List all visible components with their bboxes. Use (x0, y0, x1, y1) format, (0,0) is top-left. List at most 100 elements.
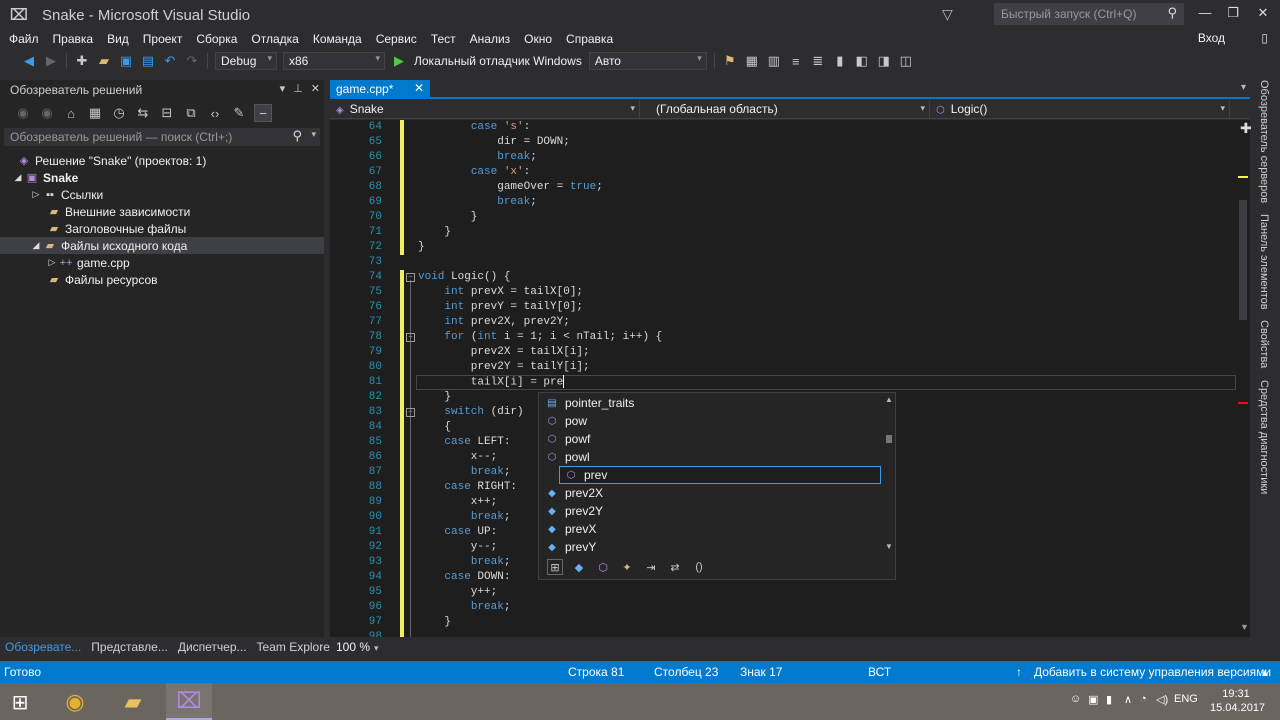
code-line[interactable]: 75 int prevX = tailX[0]; (330, 285, 1236, 300)
filter-variables-icon[interactable]: ◆ (571, 559, 587, 575)
collapsed-arrow-icon[interactable]: ▷ (46, 257, 58, 268)
completion-list-scrollbar[interactable]: ▲ ▼ (883, 395, 895, 551)
code-line[interactable]: 74 − void Logic() { (330, 270, 1236, 285)
menu-build[interactable]: Сборка (189, 32, 244, 46)
forward-icon[interactable]: ◉ (38, 104, 56, 122)
completion-item[interactable]: ⬡ powf (539, 430, 879, 448)
navigate-back-icon[interactable]: ◀ (20, 52, 38, 70)
filter-namespaces-icon[interactable]: () (691, 559, 707, 575)
save-all-icon[interactable]: ▤ (139, 52, 157, 70)
configuration-select[interactable]: Debug ▾ (215, 52, 277, 70)
redo-icon[interactable]: ↷ (183, 52, 201, 70)
project-select[interactable]: ◈ Snake ▾ (330, 99, 640, 119)
code-line[interactable]: 78 − for (int i = 1; i < nTail; i++) { (330, 330, 1236, 345)
next-bookmark-icon[interactable]: ◨ (875, 52, 893, 70)
tab-diagnostic-tools[interactable]: Средства диагностики (1258, 380, 1270, 494)
sync-icon[interactable]: ⇆ (134, 104, 152, 122)
menu-edit[interactable]: Правка (46, 32, 101, 46)
completion-item[interactable]: ◆ prevX (539, 520, 879, 538)
navigate-forward-icon[interactable]: ▶ (42, 52, 60, 70)
code-line[interactable]: 67 case 'x': (330, 165, 1236, 180)
people-icon[interactable]: ☺ (1070, 693, 1081, 705)
show-all-files-icon[interactable]: ⧉ (182, 104, 200, 122)
tree-node-external-deps[interactable]: ▰ Внешние зависимости (0, 203, 324, 220)
code-line[interactable]: 72} (330, 240, 1236, 255)
scrollbar-thumb[interactable] (1239, 200, 1247, 320)
scroll-down-icon[interactable]: ▼ (1240, 622, 1249, 632)
tab-property-manager[interactable]: Диспетчер... (173, 640, 252, 654)
code-line[interactable]: 80 prev2Y = tailY[i]; (330, 360, 1236, 375)
collapse-all-icon[interactable]: ⊟ (158, 104, 176, 122)
pin-icon[interactable]: ⊥ (293, 82, 303, 95)
window-position-icon[interactable]: ▾ (280, 82, 286, 95)
browser-link-icon[interactable]: ⚑ (721, 52, 739, 70)
close-tab-icon[interactable]: ✕ (414, 81, 424, 95)
code-line[interactable]: 71 } (330, 225, 1236, 240)
run-mode-select[interactable]: Авто ▾ (588, 52, 707, 70)
network-icon[interactable]: ◔ (1140, 693, 1147, 705)
code-line[interactable]: 70 } (330, 210, 1236, 225)
find-in-files-icon[interactable]: ▦ (743, 52, 761, 70)
visual-studio-taskbar-icon[interactable]: ⌧ (166, 683, 212, 720)
zoom-select[interactable]: 100 % ▾ (334, 639, 394, 655)
navigate-code-icon[interactable]: ▥ (765, 52, 783, 70)
collapsed-arrow-icon[interactable]: ▷ (30, 189, 42, 200)
tab-game-cpp[interactable]: game.cpp* ✕ (330, 80, 430, 99)
maximize-button[interactable]: ❐ (1222, 5, 1244, 25)
tray-overflow-icon[interactable]: ∧ (1124, 693, 1132, 706)
add-to-source-control-button[interactable]: Добавить в систему управления версиями (1034, 665, 1271, 679)
code-line[interactable]: 73 (330, 255, 1236, 270)
completion-item[interactable]: ⬡ prev (559, 466, 881, 484)
expanded-arrow-icon[interactable]: ◢ (12, 172, 24, 183)
open-file-icon[interactable]: ▰ (95, 52, 113, 70)
start-debugging-label[interactable]: Локальный отладчик Windows (414, 54, 582, 68)
minimize-button[interactable]: — (1194, 5, 1216, 25)
editor-vertical-scrollbar[interactable] (1236, 120, 1250, 637)
code-line[interactable]: 79 prev2X = tailX[i]; (330, 345, 1236, 360)
code-line[interactable]: 66 break; (330, 150, 1236, 165)
code-line[interactable]: 77 int prev2X, prev2Y; (330, 315, 1236, 330)
scrollbar-thumb[interactable] (886, 435, 892, 443)
tab-list-dropdown-icon[interactable]: ▾ (1241, 82, 1246, 93)
completion-item[interactable]: ▤ pointer_traits (539, 394, 879, 412)
save-icon[interactable]: ▣ (117, 52, 135, 70)
menu-tools[interactable]: Сервис (369, 32, 424, 46)
tab-solution-explorer[interactable]: Обозревате... (0, 640, 86, 654)
tab-server-explorer[interactable]: Обозреватель серверов (1258, 80, 1270, 203)
scope-select[interactable]: (Глобальная область) ▾ (640, 99, 930, 119)
chrome-icon[interactable]: ◉ (52, 683, 98, 720)
battery-icon[interactable]: ▮ (1106, 693, 1112, 706)
code-line[interactable]: 64 case 's': (330, 120, 1236, 135)
completion-item[interactable]: ◆ prevY (539, 538, 879, 556)
tree-node-project[interactable]: ◢ ▣ Snake (0, 169, 324, 186)
code-line[interactable]: 68 gameOver = true; (330, 180, 1236, 195)
code-line[interactable]: 98 (330, 630, 1236, 637)
scroll-up-icon[interactable]: ▲ (885, 395, 893, 404)
tray-app-icon[interactable]: ▣ (1088, 693, 1098, 706)
clear-bookmarks-icon[interactable]: ◫ (897, 52, 915, 70)
filter-snippets-icon[interactable]: ⇄ (667, 559, 683, 575)
tree-node-game-cpp[interactable]: ▷ ++ game.cpp (0, 254, 324, 271)
code-line[interactable]: 95 y++; (330, 585, 1236, 600)
tree-node-resource-files[interactable]: ▰ Файлы ресурсов (0, 271, 324, 288)
collapse-region-icon[interactable]: − (406, 333, 415, 342)
properties-icon[interactable]: ✎ (230, 104, 248, 122)
code-line[interactable]: 96 break; (330, 600, 1236, 615)
notification-filter-icon[interactable]: ▽ (942, 6, 953, 23)
input-language-indicator[interactable]: ENG (1174, 693, 1198, 705)
member-select[interactable]: ⬡ Logic() ▾ (930, 99, 1230, 119)
collapse-region-icon[interactable]: − (406, 408, 415, 417)
menu-analyze[interactable]: Анализ (463, 32, 518, 46)
filter-classes-icon[interactable]: ✦ (619, 559, 635, 575)
volume-icon[interactable]: ◁) (1156, 693, 1168, 706)
chevron-up-icon[interactable]: ▴ (1262, 665, 1268, 679)
completion-item[interactable]: ◆ prev2X (539, 484, 879, 502)
file-explorer-icon[interactable]: ▰ (110, 683, 156, 720)
preview-selected-icon[interactable]: ⎯ (254, 104, 272, 122)
comment-out-icon[interactable]: ≡ (787, 52, 805, 70)
tab-team-explorer[interactable]: Team Explorer (252, 640, 339, 654)
completion-item[interactable]: ◆ prev2Y (539, 502, 879, 520)
new-project-icon[interactable]: ✚ (73, 52, 91, 70)
solution-explorer-search-input[interactable]: Обозреватель решений — поиск (Ctrl+;) ⚲ … (4, 128, 320, 146)
tab-class-view[interactable]: Представле... (86, 640, 173, 654)
